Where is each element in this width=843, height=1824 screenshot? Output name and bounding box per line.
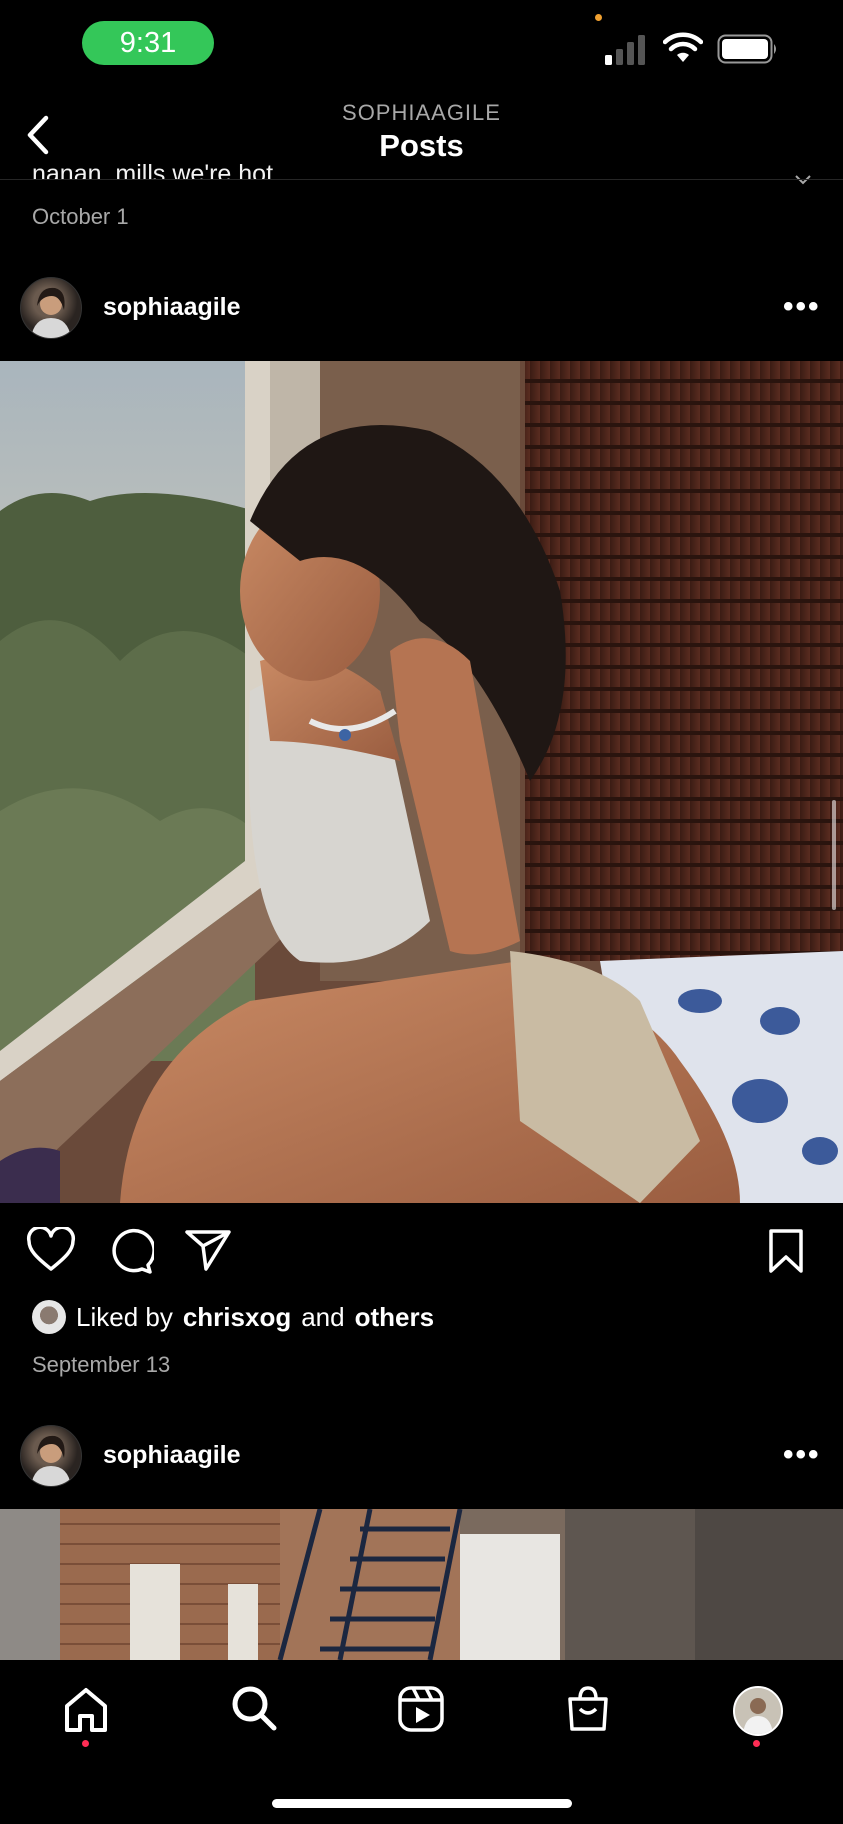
more-options-icon[interactable]: •••: [783, 1438, 821, 1472]
wifi-icon: [663, 32, 703, 62]
post-author-username[interactable]: sophiaagile: [103, 293, 241, 322]
status-time: 9:31: [82, 21, 214, 65]
profile-tab-avatar[interactable]: [733, 1686, 783, 1736]
page-title: Posts: [379, 128, 464, 163]
scroll-indicator[interactable]: [832, 800, 836, 910]
reels-icon[interactable]: [397, 1685, 445, 1733]
home-indicator[interactable]: [272, 1799, 572, 1808]
comment-icon[interactable]: [106, 1227, 154, 1275]
previous-post-caption: nanan_mills we're hot: [32, 160, 274, 180]
privacy-indicator-dot: [595, 14, 602, 21]
home-icon[interactable]: [62, 1686, 110, 1734]
chevron-down-icon[interactable]: [794, 174, 812, 186]
shop-bag-icon[interactable]: [565, 1685, 611, 1733]
liked-by-username[interactable]: chrisxog: [183, 1302, 291, 1333]
like-heart-icon[interactable]: [26, 1227, 76, 1273]
save-bookmark-icon[interactable]: [767, 1228, 805, 1274]
home-notification-dot: [82, 1740, 89, 1747]
post-author-avatar[interactable]: [20, 277, 82, 339]
liked-by-row[interactable]: Liked by chrisxog and others: [32, 1300, 434, 1334]
liker-avatar[interactable]: [32, 1300, 66, 1334]
post-photo[interactable]: [0, 1509, 843, 1660]
liked-by-and: and: [301, 1301, 345, 1332]
profile-username-header: SOPHIAAGILE: [342, 100, 501, 125]
share-send-icon[interactable]: [184, 1228, 232, 1272]
cellular-signal-icon: [605, 35, 645, 65]
liked-by-prefix: Liked by: [76, 1301, 173, 1332]
header-divider: [0, 179, 843, 180]
more-options-icon[interactable]: •••: [783, 290, 821, 324]
battery-icon: [717, 34, 776, 64]
post-author-username[interactable]: sophiaagile: [103, 1441, 241, 1470]
previous-post-date: October 1: [32, 204, 129, 229]
profile-notification-dot: [753, 1740, 760, 1747]
liked-by-others[interactable]: others: [355, 1302, 434, 1333]
post-author-avatar[interactable]: [20, 1425, 82, 1487]
search-icon[interactable]: [230, 1684, 278, 1732]
post-photo[interactable]: [0, 361, 843, 1203]
post-date: September 13: [32, 1352, 171, 1377]
